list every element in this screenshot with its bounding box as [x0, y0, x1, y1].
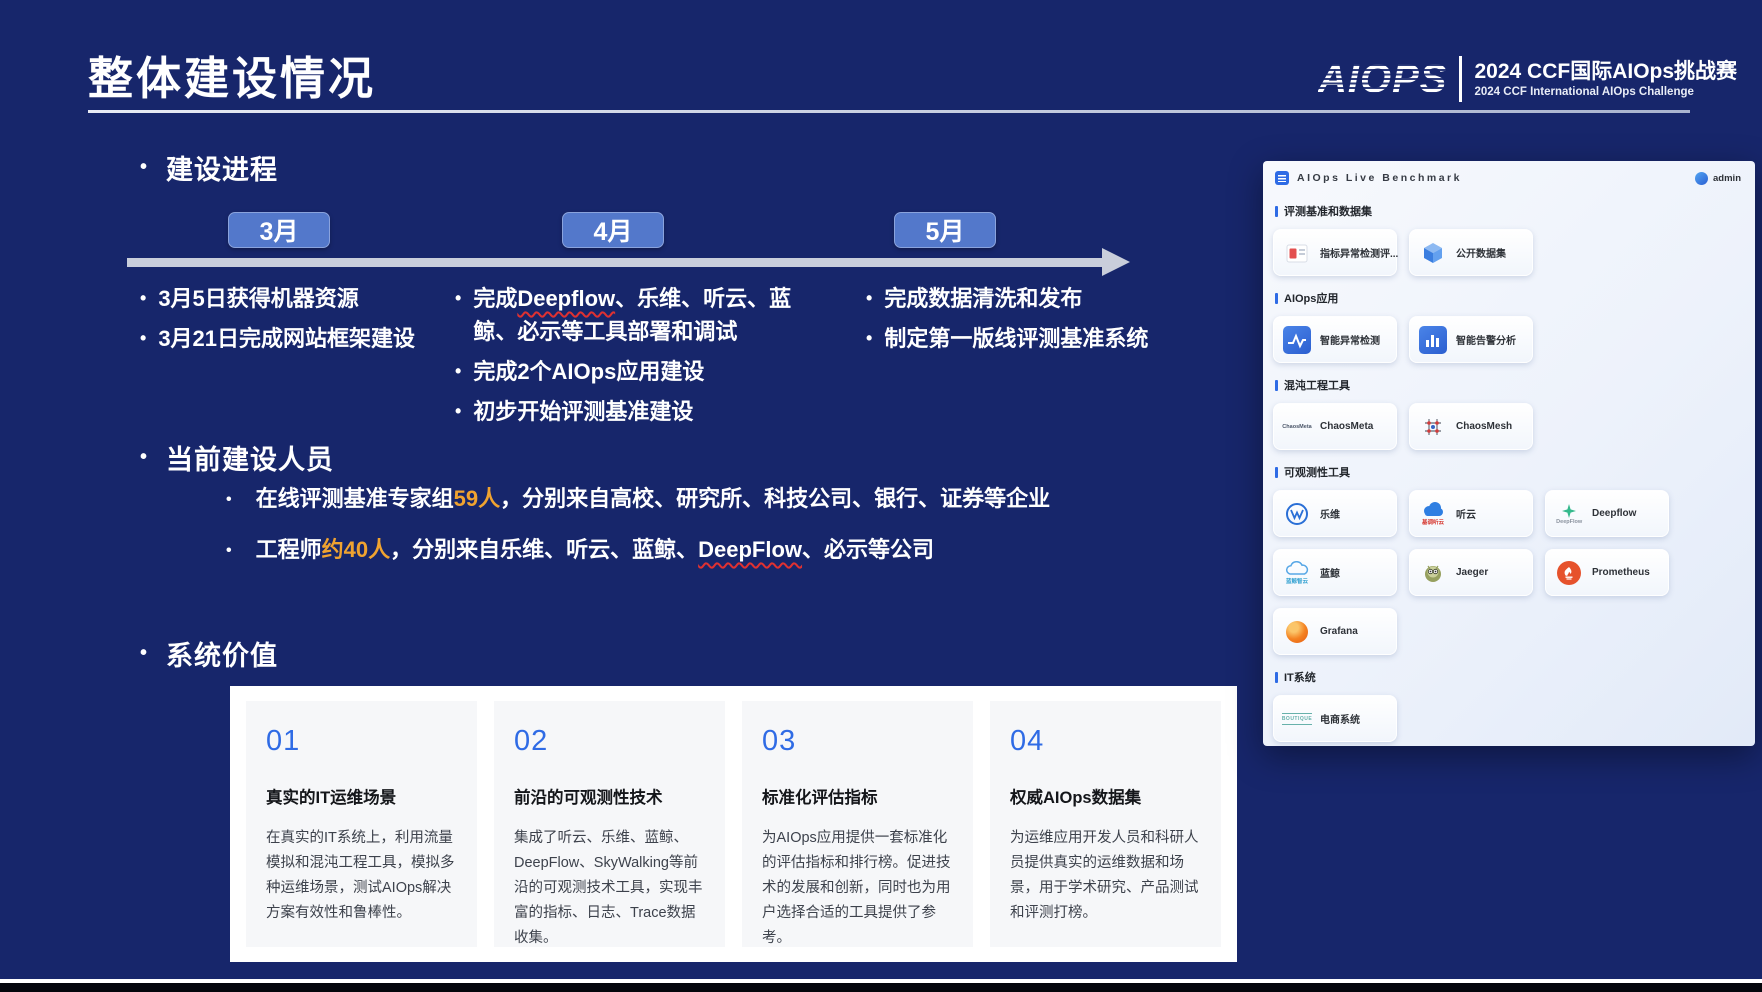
list-item: 在线评测基准专家组59人，分别来自高校、研究所、科技公司、银行、证券等企业	[226, 484, 1050, 516]
dataset-cube-icon	[1418, 236, 1448, 270]
card-title: 真实的IT运维场景	[266, 784, 457, 808]
spellcheck-underline: DeepFlow	[698, 537, 802, 562]
card-title: 前沿的可观测性技术	[514, 784, 705, 808]
section-bar-icon	[1275, 672, 1278, 683]
list-item: 完成数据清洗和发布	[866, 282, 1216, 315]
timeline-arrow	[127, 258, 1102, 267]
list-item: 工程师约40人，分别来自乐维、听云、蓝鲸、DeepFlow、必示等公司	[226, 535, 1050, 567]
benchmark-card-chaosmeta[interactable]: ChaosMeta ChaosMeta	[1273, 403, 1397, 450]
progress-heading-label: 建设进程	[166, 148, 278, 187]
benchmark-card-ecommerce[interactable]: BOUTIQUE 电商系统	[1273, 695, 1397, 742]
challenge-title-cn: 2024 CCF国际AIOps挑战赛	[1474, 59, 1737, 85]
alert-analysis-icon	[1418, 323, 1448, 357]
metric-eval-icon	[1282, 236, 1312, 270]
app-logo-icon	[1275, 171, 1289, 185]
value-card-02: 02 前沿的可观测性技术 集成了听云、乐维、蓝鲸、DeepFlow、SkyWal…	[494, 701, 725, 947]
card-body: 在真实的IT系统上，利用流量模拟和混沌工程工具，模拟多种运维场景，测试AIOps…	[266, 826, 457, 926]
spellcheck-underline: Deepflow	[517, 286, 615, 311]
benchmark-card-lewei[interactable]: 乐维	[1273, 490, 1397, 537]
list-item: 3月5日获得机器资源	[140, 282, 452, 315]
value-heading: 系统价值	[140, 634, 278, 673]
section-label: 混沌工程工具	[1275, 377, 1745, 393]
aiops-logo-icon: AIOPS	[1318, 57, 1447, 102]
list-item: 制定第一版线评测基准系统	[866, 322, 1216, 355]
lewei-logo-icon	[1282, 497, 1312, 531]
aiops-benchmark-panel: AIOps Live Benchmark admin 评测基准和数据集 指标异常…	[1263, 161, 1755, 746]
card-number: 04	[1010, 725, 1201, 758]
benchmark-card-grafana[interactable]: Grafana	[1273, 608, 1397, 655]
card-title: 标准化评估指标	[762, 784, 953, 808]
benchmark-card-metric-eval[interactable]: 指标异常检测评...	[1273, 229, 1397, 276]
title-underline	[88, 110, 1690, 113]
list-item: 完成Deepflow、乐维、听云、蓝鲸、必示等工具部署和调试	[455, 282, 813, 348]
list-item: 3月21日完成网站框架建设	[140, 322, 452, 355]
value-card-01: 01 真实的IT运维场景 在真实的IT系统上，利用流量模拟和混沌工程工具，模拟多…	[246, 701, 477, 947]
section-bar-icon	[1275, 293, 1278, 304]
value-card-04: 04 权威AIOps数据集 为运维应用开发人员和科研人员提供真实的运维数据和场景…	[990, 701, 1221, 947]
highlight-count: 约40人	[322, 537, 390, 562]
page-title: 整体建设情况	[88, 42, 376, 107]
section-label: 评测基准和数据集	[1275, 203, 1745, 219]
value-card-03: 03 标准化评估指标 为AIOps应用提供一套标准化的评估指标和排行榜。促进技术…	[742, 701, 973, 947]
section-label: 可观测性工具	[1275, 464, 1745, 480]
app-title: AIOps Live Benchmark	[1297, 172, 1462, 184]
timeline-arrowhead-icon	[1102, 248, 1130, 276]
benchmark-card-lanjing[interactable]: 蓝鲸智云 蓝鲸	[1273, 549, 1397, 596]
value-cards-container: 01 真实的IT运维场景 在真实的IT系统上，利用流量模拟和混沌工程工具，模拟多…	[230, 686, 1237, 962]
benchmark-card-chaosmesh[interactable]: ChaosMesh	[1409, 403, 1533, 450]
month-pill-march: 3月	[228, 212, 330, 248]
progress-heading: 建设进程	[140, 148, 278, 187]
list-item: 初步开始评测基准建设	[455, 395, 813, 428]
card-number: 01	[266, 725, 457, 758]
team-list: 在线评测基准专家组59人，分别来自高校、研究所、科技公司、银行、证券等企业 工程…	[226, 484, 1050, 586]
section-bar-icon	[1275, 380, 1278, 391]
may-items: 完成数据清洗和发布 制定第一版线评测基准系统	[866, 282, 1216, 362]
chaosmeta-logo-icon: ChaosMeta	[1282, 410, 1312, 444]
team-heading-label: 当前建设人员	[166, 438, 334, 477]
benchmark-card-alert-analysis[interactable]: 智能告警分析	[1409, 316, 1533, 363]
month-pill-may: 5月	[894, 212, 996, 248]
boutique-logo-icon: BOUTIQUE	[1282, 702, 1312, 736]
card-body: 为AIOps应用提供一套标准化的评估指标和排行榜。促进技术的发展和创新，同时也为…	[762, 826, 953, 951]
lanjing-logo-icon: 蓝鲸智云	[1282, 556, 1312, 590]
benchmark-card-anomaly-detect[interactable]: 智能异常检测	[1273, 316, 1397, 363]
section-label: AIOps应用	[1275, 290, 1745, 306]
section-label: IT系统	[1275, 669, 1745, 685]
team-heading: 当前建设人员	[140, 438, 334, 477]
chaosmesh-logo-icon	[1418, 410, 1448, 444]
benchmark-card-deepflow[interactable]: DeepFlow Deepflow	[1545, 490, 1669, 537]
challenge-title-en: 2024 CCF International AIOps Challenge	[1474, 85, 1737, 99]
list-item: 完成2个AIOps应用建设	[455, 355, 813, 388]
card-title: 权威AIOps数据集	[1010, 784, 1201, 808]
user-menu[interactable]: admin	[1695, 172, 1741, 185]
challenge-logo: AIOPS 2024 CCF国际AIOps挑战赛 2024 CCF Intern…	[1318, 56, 1737, 102]
month-pill-april: 4月	[562, 212, 664, 248]
card-body: 集成了听云、乐维、蓝鲸、DeepFlow、SkyWalking等前沿的可观测技术…	[514, 826, 705, 951]
tingyun-logo-icon: 基调听云	[1418, 497, 1448, 531]
bottom-bar	[0, 983, 1762, 992]
prometheus-logo-icon	[1554, 556, 1584, 590]
jaeger-logo-icon	[1418, 556, 1448, 590]
march-items: 3月5日获得机器资源 3月21日完成网站框架建设	[140, 282, 452, 362]
card-body: 为运维应用开发人员和科研人员提供真实的运维数据和场景，用于学术研究、产品测试和评…	[1010, 826, 1201, 926]
benchmark-card-jaeger[interactable]: Jaeger	[1409, 549, 1533, 596]
benchmark-card-prometheus[interactable]: Prometheus	[1545, 549, 1669, 596]
username-label: admin	[1713, 173, 1741, 184]
logo-divider	[1459, 56, 1462, 102]
deepflow-logo-icon: DeepFlow	[1554, 497, 1584, 531]
benchmark-card-public-dataset[interactable]: 公开数据集	[1409, 229, 1533, 276]
slide: 整体建设情况 AIOPS 2024 CCF国际AIOps挑战赛 2024 CCF…	[0, 0, 1762, 992]
card-number: 03	[762, 725, 953, 758]
avatar[interactable]	[1695, 172, 1708, 185]
april-items: 完成Deepflow、乐维、听云、蓝鲸、必示等工具部署和调试 完成2个AIOps…	[455, 282, 813, 435]
section-bar-icon	[1275, 206, 1278, 217]
highlight-count: 59人	[454, 486, 500, 511]
panel-header: AIOps Live Benchmark admin	[1263, 161, 1755, 189]
grafana-logo-icon	[1282, 615, 1312, 649]
benchmark-card-tingyun[interactable]: 基调听云 听云	[1409, 490, 1533, 537]
section-bar-icon	[1275, 467, 1278, 478]
anomaly-detect-icon	[1282, 323, 1312, 357]
card-number: 02	[514, 725, 705, 758]
value-heading-label: 系统价值	[166, 634, 278, 673]
